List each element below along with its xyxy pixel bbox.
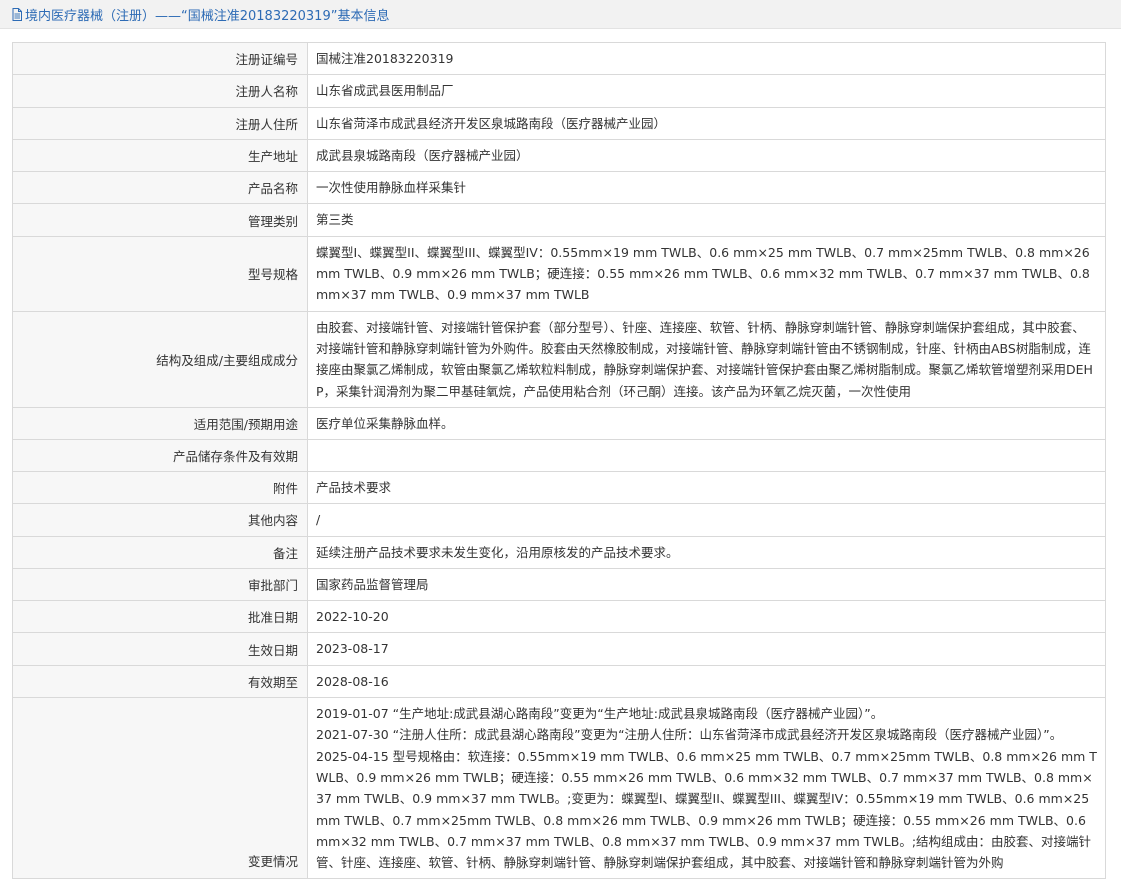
row-value: 山东省成武县医用制品厂 bbox=[307, 74, 1106, 108]
row-value: 成武县泉城路南段（医疗器械产业园） bbox=[307, 138, 1106, 173]
row-label: 变更情况 bbox=[12, 697, 308, 880]
page-header: 境内医疗器械（注册）——“国械注准20183220319”基本信息 bbox=[0, 0, 1121, 29]
table-row: 型号规格 蝶翼型I、蝶翼型II、蝶翼型III、蝶翼型IV：0.55mm×19 mm… bbox=[12, 235, 1106, 312]
row-label: 批准日期 bbox=[12, 600, 308, 634]
table-row: 注册人住所 山东省菏泽市成武县经济开发区泉城路南段（医疗器械产业园） bbox=[12, 106, 1106, 140]
table-row: 适用范围/预期用途 医疗单位采集静脉血样。 bbox=[12, 406, 1106, 441]
table-row: 备注 延续注册产品技术要求未发生变化，沿用原核发的产品技术要求。 bbox=[12, 535, 1106, 569]
row-value: / bbox=[307, 503, 1106, 537]
table-row: 注册证编号 国械注准20183220319 bbox=[12, 41, 1106, 76]
row-label: 注册人名称 bbox=[12, 74, 308, 108]
row-label: 其他内容 bbox=[12, 503, 308, 537]
row-label: 管理类别 bbox=[12, 203, 308, 237]
document-icon bbox=[12, 7, 22, 21]
row-value: 延续注册产品技术要求未发生变化，沿用原核发的产品技术要求。 bbox=[307, 535, 1106, 569]
table-row: 生产地址 成武县泉城路南段（医疗器械产业园） bbox=[12, 138, 1106, 173]
table-row: 注册人名称 山东省成武县医用制品厂 bbox=[12, 74, 1106, 108]
row-value: 由胶套、对接端针管、对接端针管保护套（部分型号）、针座、连接座、软管、针柄、静脉… bbox=[307, 310, 1106, 408]
table-row: 审批部门 国家药品监督管理局 bbox=[12, 567, 1106, 602]
row-value: 蝶翼型I、蝶翼型II、蝶翼型III、蝶翼型IV：0.55mm×19 mm TWL… bbox=[307, 235, 1106, 312]
row-value: 国械注准20183220319 bbox=[307, 41, 1106, 76]
row-label: 注册证编号 bbox=[12, 41, 308, 76]
table-row: 批准日期 2022-10-20 bbox=[12, 600, 1106, 634]
table-row: 其他内容 / bbox=[12, 503, 1106, 537]
table-row-changes: 变更情况 2019-01-07 “生产地址:成武县湖心路南段”变更为“生产地址:成… bbox=[12, 697, 1106, 880]
row-label: 审批部门 bbox=[12, 567, 308, 602]
row-label: 附件 bbox=[12, 470, 308, 505]
row-value bbox=[307, 439, 1106, 472]
row-label: 备注 bbox=[12, 535, 308, 569]
row-value: 2028-08-16 bbox=[307, 664, 1106, 699]
table-row: 生效日期 2023-08-17 bbox=[12, 632, 1106, 666]
row-value: 产品技术要求 bbox=[307, 470, 1106, 505]
page-title: 境内医疗器械（注册）——“国械注准20183220319”基本信息 bbox=[25, 8, 390, 24]
table-row: 产品名称 一次性使用静脉血样采集针 bbox=[12, 171, 1106, 205]
change-history: 2019-01-07 “生产地址:成武县湖心路南段”变更为“生产地址:成武县泉城… bbox=[307, 697, 1106, 880]
table-row: 结构及组成/主要组成成分 由胶套、对接端针管、对接端针管保护套（部分型号）、针座、… bbox=[12, 310, 1106, 408]
table-row: 产品储存条件及有效期 bbox=[12, 439, 1106, 472]
row-label: 产品名称 bbox=[12, 171, 308, 205]
table-row: 附件 产品技术要求 bbox=[12, 470, 1106, 505]
table-row: 管理类别 第三类 bbox=[12, 203, 1106, 237]
row-value: 2022-10-20 bbox=[307, 600, 1106, 634]
row-label: 有效期至 bbox=[12, 664, 308, 699]
change-entry: 2025-04-15 型号规格由：软连接：0.55mm×19 mm TWLB、0… bbox=[316, 748, 1097, 871]
row-label: 生产地址 bbox=[12, 138, 308, 173]
row-value: 国家药品监督管理局 bbox=[307, 567, 1106, 602]
row-label: 生效日期 bbox=[12, 632, 308, 666]
table-row: 有效期至 2028-08-16 bbox=[12, 664, 1106, 699]
row-label: 结构及组成/主要组成成分 bbox=[12, 310, 308, 408]
row-value: 2023-08-17 bbox=[307, 632, 1106, 666]
row-value: 山东省菏泽市成武县经济开发区泉城路南段（医疗器械产业园） bbox=[307, 106, 1106, 140]
row-value: 一次性使用静脉血样采集针 bbox=[307, 171, 1106, 205]
row-label: 产品储存条件及有效期 bbox=[12, 439, 308, 472]
change-entry: 2021-07-30 “注册人住所：成武县湖心路南段”变更为“注册人住所：山东省… bbox=[316, 727, 1063, 743]
info-table: 注册证编号 国械注准20183220319 注册人名称 山东省成武县医用制品厂 注册人住… bbox=[12, 41, 1106, 880]
row-label: 适用范围/预期用途 bbox=[12, 406, 308, 441]
change-entry: 2019-01-07 “生产地址:成武县湖心路南段”变更为“生产地址:成武县泉城… bbox=[316, 706, 884, 722]
row-label: 型号规格 bbox=[12, 235, 308, 312]
row-label: 注册人住所 bbox=[12, 106, 308, 140]
row-value: 医疗单位采集静脉血样。 bbox=[307, 406, 1106, 441]
row-value: 第三类 bbox=[307, 203, 1106, 237]
